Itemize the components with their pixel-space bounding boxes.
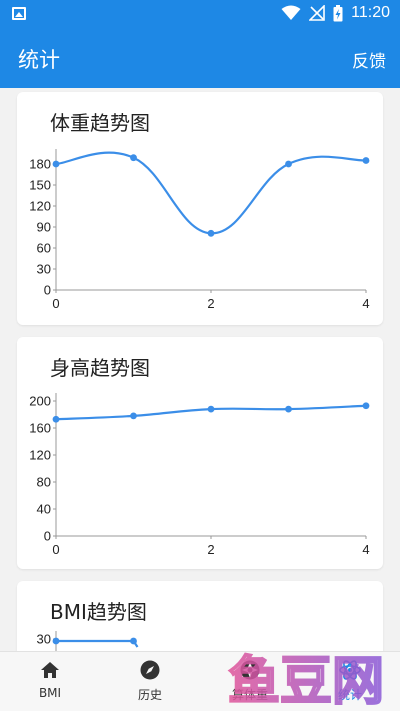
weight-trend-card: 体重趋势图 0 30 60 90 120 150 180 0 2 4 [17,92,383,325]
app-bar: 统计 反馈 [0,28,400,88]
data-point [130,412,137,420]
y-tick-label: 90 [37,220,51,235]
data-point [52,637,60,645]
stats-scroll-area[interactable]: 体重趋势图 0 30 60 90 120 150 180 0 2 4 身高趋势图 0 40 80 120… [0,88,400,651]
y-tick-label: 200 [29,394,51,409]
bmi-trend-card: BMI趋势图 30 [17,581,383,651]
x-tick-label: 0 [52,296,59,311]
nav-label: 历史 [137,688,162,702]
data-point [52,415,60,423]
data-point [130,154,137,162]
image-icon [12,7,26,20]
data-point [362,157,370,164]
nav-label: BMI [38,686,62,700]
no-signal-icon [309,5,325,21]
y-tick-label: 150 [29,178,51,193]
svg-text:鱼豆网: 鱼豆网 [228,652,384,708]
x-tick-label: 2 [207,542,214,557]
series-line [55,151,367,235]
y-tick-label: 80 [37,475,51,490]
y-tick-label: 30 [37,632,51,647]
data-point [362,402,370,410]
y-tick-label: 180 [29,157,51,172]
y-tick-label: 160 [29,421,51,436]
height-trend-card: 身高趋势图 0 40 80 120 160 200 0 2 4 [17,337,383,569]
weight-trend-chart: 0 30 60 90 120 150 180 0 2 4 [29,149,370,311]
page-title: 统计 [18,48,60,72]
y-tick-label: 40 [37,502,51,517]
bmi-trend-chart: 30 [37,631,139,651]
data-point [285,160,292,168]
y-tick-label: 30 [37,262,51,277]
compass-icon [140,660,160,680]
x-tick-label: 0 [52,542,59,557]
y-tick-label: 0 [44,529,51,544]
y-tick-label: 120 [29,199,51,214]
battery-charging-icon [333,4,343,21]
x-tick-label: 4 [362,296,369,311]
nav-item-bmi[interactable]: BMI [0,652,100,711]
data-point [285,405,292,413]
feedback-button[interactable]: 反馈 [352,47,386,72]
data-point [207,405,215,413]
data-point [207,229,215,237]
data-point [130,637,137,645]
data-point [52,160,60,168]
y-tick-label: 0 [44,283,51,298]
x-tick-label: 4 [362,542,369,557]
watermark-logo: 鱼豆网 [227,651,385,708]
y-tick-label: 60 [37,241,51,256]
x-tick-label: 2 [207,296,214,311]
height-trend-chart: 0 40 80 120 160 200 0 2 4 [29,393,370,557]
status-bar: 11:20 [0,0,400,28]
nav-item-history[interactable]: 历史 [100,652,200,711]
y-tick-label: 120 [29,448,51,463]
series-line [56,639,139,648]
home-icon [41,662,59,678]
wifi-icon [281,5,301,20]
status-time: 11:20 [351,4,390,21]
